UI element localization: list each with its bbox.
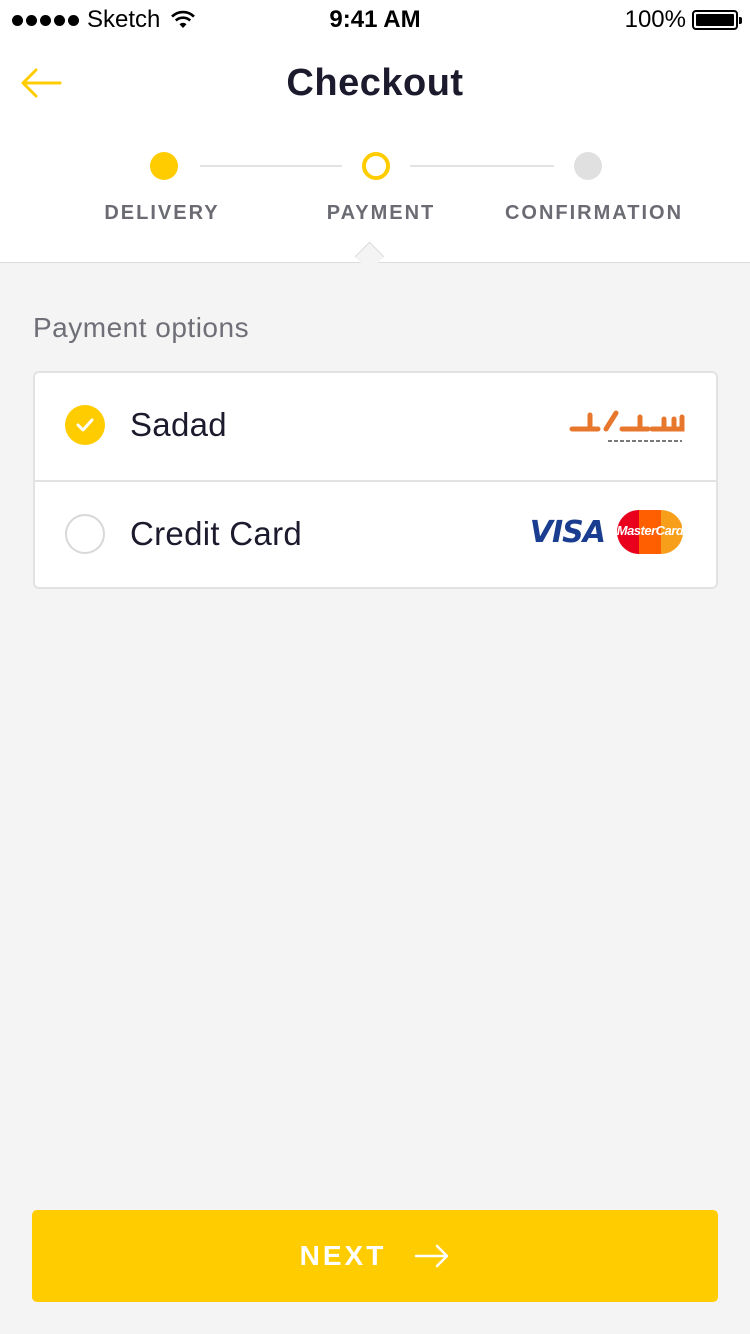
next-button-label: NEXT xyxy=(299,1240,387,1271)
status-bar: Sketch 9:41 AM 100% xyxy=(0,0,750,40)
sadad-logo xyxy=(569,410,685,442)
radio-checked-icon[interactable] xyxy=(65,405,105,445)
section-title: Payment options xyxy=(33,312,250,343)
step-confirmation-label: CONFIRMATION xyxy=(504,202,684,224)
next-button[interactable]: NEXT xyxy=(32,1210,718,1302)
battery-percent: 100% xyxy=(624,6,686,33)
checkmark-icon xyxy=(76,418,94,432)
step-delivery-label: DELIVERY xyxy=(104,202,220,224)
status-right: 100% xyxy=(624,6,742,34)
step-connector xyxy=(200,165,342,167)
card-logos: VISA MasterCard xyxy=(529,510,684,554)
payment-options-list: Sadad Credit Card VISA MasterCard xyxy=(33,371,718,589)
battery-icon xyxy=(692,10,742,30)
payment-option-sadad[interactable]: Sadad xyxy=(35,373,716,480)
radio-unchecked-icon[interactable] xyxy=(65,514,105,554)
mastercard-logo: MasterCard xyxy=(616,510,684,554)
payment-option-label: Sadad xyxy=(130,406,227,443)
step-connector xyxy=(410,165,554,167)
step-confirmation-indicator xyxy=(574,152,602,180)
step-payment-indicator xyxy=(362,152,390,180)
mastercard-logo-text: MasterCard xyxy=(616,523,684,538)
visa-logo: VISA xyxy=(529,514,606,550)
checkout-header: Checkout DELIVERY PAYMENT CONFIRMATION xyxy=(0,40,750,263)
step-delivery-indicator xyxy=(150,152,178,180)
payment-option-credit-card[interactable]: Credit Card VISA MasterCard xyxy=(35,480,716,587)
page-title: Checkout xyxy=(286,62,464,104)
payment-option-label: Credit Card xyxy=(130,515,303,552)
arrow-right-icon xyxy=(415,1244,449,1268)
step-payment-label: PAYMENT xyxy=(326,202,436,224)
checkout-stepper: DELIVERY PAYMENT CONFIRMATION xyxy=(0,150,750,230)
